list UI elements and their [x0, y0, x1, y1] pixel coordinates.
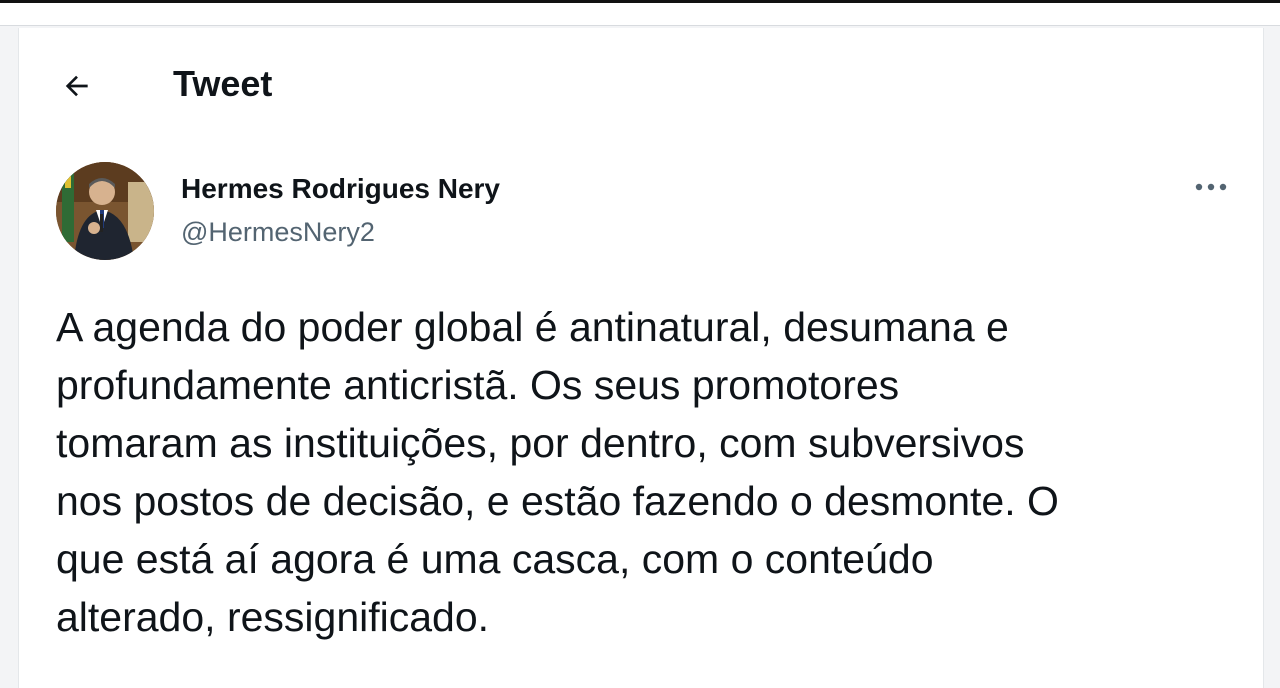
avatar[interactable]	[56, 162, 154, 260]
back-button[interactable]	[55, 64, 99, 108]
tweet-text: A agenda do poder global é antinatural, …	[56, 304, 1059, 640]
author-name[interactable]: Hermes Rodrigues Nery	[181, 173, 500, 205]
more-horizontal-icon	[1195, 183, 1227, 191]
author-handle[interactable]: @HermesNery2	[181, 217, 375, 248]
tweet-card: Tweet Hermes Rodrigues Nery @HermesNery2…	[18, 28, 1264, 688]
page-title: Tweet	[173, 63, 273, 104]
tweet-header: Tweet	[19, 28, 1263, 138]
more-options-button[interactable]	[1189, 172, 1233, 202]
arrow-left-icon	[65, 75, 88, 97]
avatar-image	[56, 162, 154, 260]
browser-top-bar	[0, 0, 1280, 26]
